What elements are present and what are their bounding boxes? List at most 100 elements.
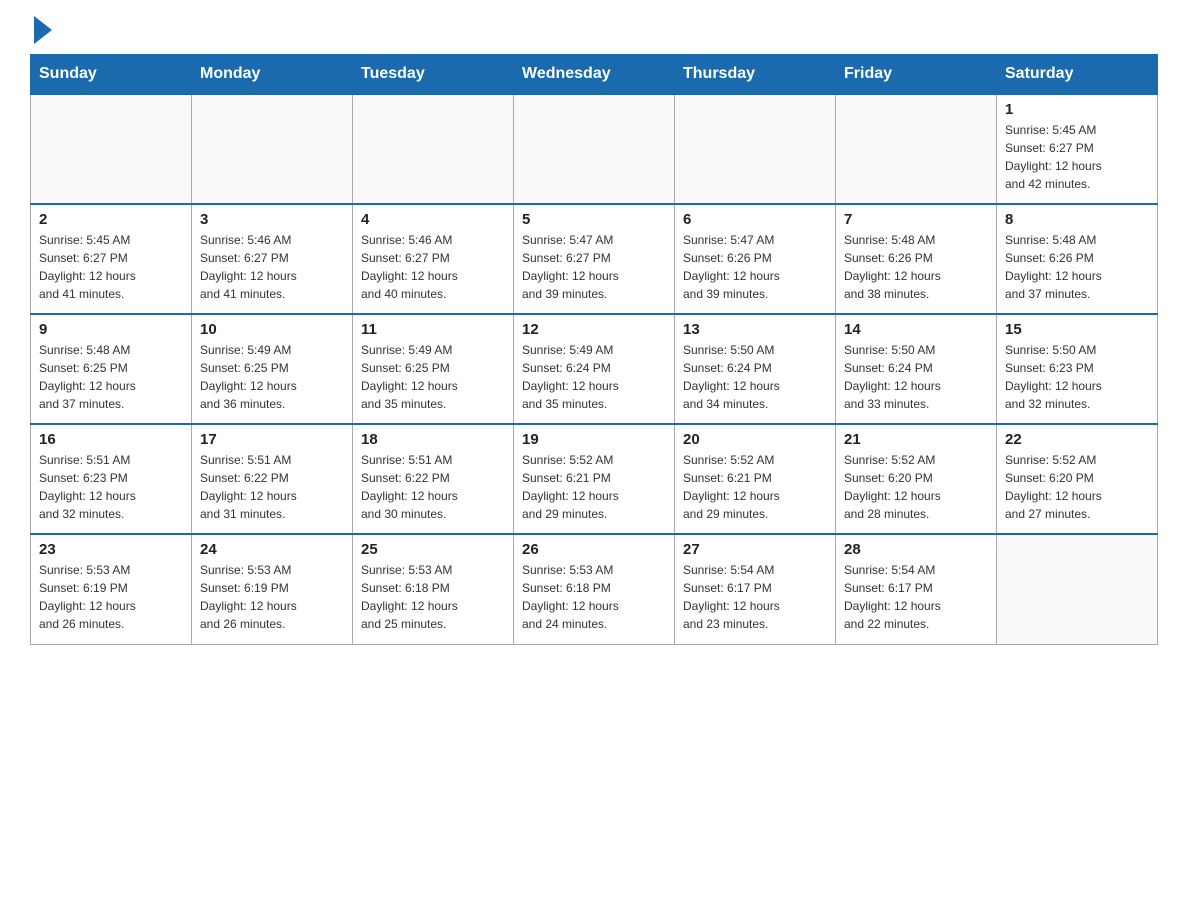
day-info: Sunrise: 5:45 AM Sunset: 6:27 PM Dayligh… (1005, 121, 1149, 193)
day-number: 25 (361, 541, 505, 558)
day-info: Sunrise: 5:54 AM Sunset: 6:17 PM Dayligh… (844, 561, 988, 633)
calendar-week-2: 2 Sunrise: 5:45 AM Sunset: 6:27 PM Daylig… (31, 204, 1158, 314)
calendar-cell: 15 Sunrise: 5:50 AM Sunset: 6:23 PM Dayli… (997, 314, 1158, 424)
day-info: Sunrise: 5:48 AM Sunset: 6:25 PM Dayligh… (39, 341, 183, 413)
day-number: 13 (683, 321, 827, 338)
weekday-header-wednesday: Wednesday (514, 55, 675, 95)
day-number: 10 (200, 321, 344, 338)
day-info: Sunrise: 5:52 AM Sunset: 6:20 PM Dayligh… (1005, 451, 1149, 523)
calendar-cell (353, 94, 514, 204)
weekday-header-monday: Monday (192, 55, 353, 95)
day-info: Sunrise: 5:51 AM Sunset: 6:23 PM Dayligh… (39, 451, 183, 523)
calendar-cell: 13 Sunrise: 5:50 AM Sunset: 6:24 PM Dayli… (675, 314, 836, 424)
day-info: Sunrise: 5:53 AM Sunset: 6:18 PM Dayligh… (522, 561, 666, 633)
calendar-cell: 22 Sunrise: 5:52 AM Sunset: 6:20 PM Dayli… (997, 424, 1158, 534)
day-info: Sunrise: 5:51 AM Sunset: 6:22 PM Dayligh… (361, 451, 505, 523)
calendar-cell: 18 Sunrise: 5:51 AM Sunset: 6:22 PM Dayli… (353, 424, 514, 534)
day-number: 17 (200, 431, 344, 448)
day-info: Sunrise: 5:53 AM Sunset: 6:19 PM Dayligh… (39, 561, 183, 633)
calendar-week-4: 16 Sunrise: 5:51 AM Sunset: 6:23 PM Dayli… (31, 424, 1158, 534)
day-number: 18 (361, 431, 505, 448)
calendar-cell: 21Sunrise: 5:52 AM Sunset: 6:20 PM Dayli… (836, 424, 997, 534)
calendar-cell: 28Sunrise: 5:54 AM Sunset: 6:17 PM Dayli… (836, 534, 997, 644)
calendar-cell (836, 94, 997, 204)
day-number: 22 (1005, 431, 1149, 448)
day-info: Sunrise: 5:47 AM Sunset: 6:26 PM Dayligh… (683, 231, 827, 303)
calendar-cell: 3 Sunrise: 5:46 AM Sunset: 6:27 PM Daylig… (192, 204, 353, 314)
calendar-cell (192, 94, 353, 204)
weekday-header-tuesday: Tuesday (353, 55, 514, 95)
day-info: Sunrise: 5:49 AM Sunset: 6:24 PM Dayligh… (522, 341, 666, 413)
calendar-cell: 9 Sunrise: 5:48 AM Sunset: 6:25 PM Daylig… (31, 314, 192, 424)
calendar-cell (675, 94, 836, 204)
calendar-cell: 26 Sunrise: 5:53 AM Sunset: 6:18 PM Dayli… (514, 534, 675, 644)
day-number: 9 (39, 321, 183, 338)
day-number: 8 (1005, 211, 1149, 228)
day-info: Sunrise: 5:50 AM Sunset: 6:23 PM Dayligh… (1005, 341, 1149, 413)
calendar-table: SundayMondayTuesdayWednesdayThursdayFrid… (30, 54, 1158, 645)
logo-arrow-icon (34, 16, 52, 44)
day-number: 26 (522, 541, 666, 558)
weekday-header-saturday: Saturday (997, 55, 1158, 95)
calendar-cell: 16 Sunrise: 5:51 AM Sunset: 6:23 PM Dayli… (31, 424, 192, 534)
day-info: Sunrise: 5:52 AM Sunset: 6:21 PM Dayligh… (683, 451, 827, 523)
calendar-cell (514, 94, 675, 204)
calendar-cell: 6 Sunrise: 5:47 AM Sunset: 6:26 PM Daylig… (675, 204, 836, 314)
day-number: 20 (683, 431, 827, 448)
weekday-header-sunday: Sunday (31, 55, 192, 95)
calendar-cell: 2 Sunrise: 5:45 AM Sunset: 6:27 PM Daylig… (31, 204, 192, 314)
day-info: Sunrise: 5:48 AM Sunset: 6:26 PM Dayligh… (844, 231, 988, 303)
calendar-cell: 25 Sunrise: 5:53 AM Sunset: 6:18 PM Dayli… (353, 534, 514, 644)
calendar-cell: 24 Sunrise: 5:53 AM Sunset: 6:19 PM Dayli… (192, 534, 353, 644)
day-number: 16 (39, 431, 183, 448)
calendar-cell: 27 Sunrise: 5:54 AM Sunset: 6:17 PM Dayli… (675, 534, 836, 644)
calendar-cell: 7 Sunrise: 5:48 AM Sunset: 6:26 PM Daylig… (836, 204, 997, 314)
day-number: 3 (200, 211, 344, 228)
day-number: 2 (39, 211, 183, 228)
day-number: 24 (200, 541, 344, 558)
day-info: Sunrise: 5:46 AM Sunset: 6:27 PM Dayligh… (200, 231, 344, 303)
calendar-week-1: 1 Sunrise: 5:45 AM Sunset: 6:27 PM Daylig… (31, 94, 1158, 204)
day-info: Sunrise: 5:49 AM Sunset: 6:25 PM Dayligh… (361, 341, 505, 413)
calendar-cell: 1 Sunrise: 5:45 AM Sunset: 6:27 PM Daylig… (997, 94, 1158, 204)
day-number: 14 (844, 321, 988, 338)
weekday-header-thursday: Thursday (675, 55, 836, 95)
day-info: Sunrise: 5:45 AM Sunset: 6:27 PM Dayligh… (39, 231, 183, 303)
calendar-cell: 19 Sunrise: 5:52 AM Sunset: 6:21 PM Dayli… (514, 424, 675, 534)
day-number: 5 (522, 211, 666, 228)
day-number: 12 (522, 321, 666, 338)
day-number: 23 (39, 541, 183, 558)
calendar-cell: 23 Sunrise: 5:53 AM Sunset: 6:19 PM Dayli… (31, 534, 192, 644)
page-header (30, 20, 1158, 44)
calendar-cell: 14Sunrise: 5:50 AM Sunset: 6:24 PM Dayli… (836, 314, 997, 424)
day-info: Sunrise: 5:52 AM Sunset: 6:21 PM Dayligh… (522, 451, 666, 523)
day-info: Sunrise: 5:48 AM Sunset: 6:26 PM Dayligh… (1005, 231, 1149, 303)
day-number: 6 (683, 211, 827, 228)
calendar-cell: 17 Sunrise: 5:51 AM Sunset: 6:22 PM Dayli… (192, 424, 353, 534)
calendar-cell: 10 Sunrise: 5:49 AM Sunset: 6:25 PM Dayli… (192, 314, 353, 424)
day-info: Sunrise: 5:54 AM Sunset: 6:17 PM Dayligh… (683, 561, 827, 633)
calendar-cell: 20 Sunrise: 5:52 AM Sunset: 6:21 PM Dayli… (675, 424, 836, 534)
day-number: 19 (522, 431, 666, 448)
day-info: Sunrise: 5:53 AM Sunset: 6:18 PM Dayligh… (361, 561, 505, 633)
calendar-cell: 4 Sunrise: 5:46 AM Sunset: 6:27 PM Daylig… (353, 204, 514, 314)
calendar-cell: 11Sunrise: 5:49 AM Sunset: 6:25 PM Dayli… (353, 314, 514, 424)
day-info: Sunrise: 5:46 AM Sunset: 6:27 PM Dayligh… (361, 231, 505, 303)
calendar-cell (997, 534, 1158, 644)
day-number: 1 (1005, 101, 1149, 118)
day-number: 7 (844, 211, 988, 228)
calendar-cell: 5 Sunrise: 5:47 AM Sunset: 6:27 PM Daylig… (514, 204, 675, 314)
day-info: Sunrise: 5:51 AM Sunset: 6:22 PM Dayligh… (200, 451, 344, 523)
day-info: Sunrise: 5:49 AM Sunset: 6:25 PM Dayligh… (200, 341, 344, 413)
day-info: Sunrise: 5:50 AM Sunset: 6:24 PM Dayligh… (683, 341, 827, 413)
day-info: Sunrise: 5:52 AM Sunset: 6:20 PM Dayligh… (844, 451, 988, 523)
day-info: Sunrise: 5:53 AM Sunset: 6:19 PM Dayligh… (200, 561, 344, 633)
calendar-cell: 12 Sunrise: 5:49 AM Sunset: 6:24 PM Dayli… (514, 314, 675, 424)
calendar-header-row: SundayMondayTuesdayWednesdayThursdayFrid… (31, 55, 1158, 95)
day-info: Sunrise: 5:47 AM Sunset: 6:27 PM Dayligh… (522, 231, 666, 303)
day-number: 15 (1005, 321, 1149, 338)
day-number: 27 (683, 541, 827, 558)
logo (30, 20, 52, 44)
day-number: 4 (361, 211, 505, 228)
calendar-cell: 8 Sunrise: 5:48 AM Sunset: 6:26 PM Daylig… (997, 204, 1158, 314)
